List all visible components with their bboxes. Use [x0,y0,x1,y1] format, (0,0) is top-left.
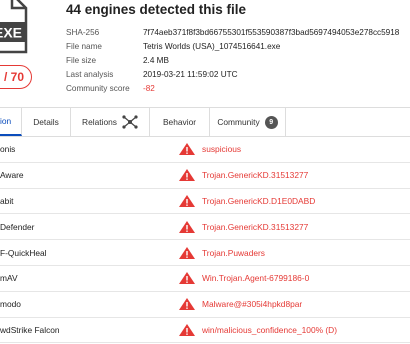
detection-headline: 44 engines detected this file [66,2,247,17]
file-metadata: SHA-256 7f74aeb371f8f3bd66755301f5535903… [66,25,410,96]
sha256-value[interactable]: 7f74aeb371f8f3bd66755301f553590387f3bad5… [143,28,399,37]
engine-name: Defender [0,221,35,232]
exe-file-icon: EXE [0,0,28,54]
detection-score-badge: / 70 [0,65,32,89]
tab-label: Community [217,117,260,127]
meta-row-community-score: Community score -82 [66,82,410,96]
engine-name: modo [0,299,21,310]
warning-icon [179,272,195,285]
engine-name: wdStrike Falcon [0,324,60,335]
tab-community[interactable]: Community 9 [210,108,286,136]
tab-relations[interactable]: Relations [71,108,150,136]
result-row: onis suspicious [0,137,410,163]
result-row: mAV Win.Trojan.Agent-6799186-0 [0,266,410,292]
file-name-value: Tetris Worlds (USA)_1074516641.exe [143,41,281,51]
relations-graph-icon [122,115,138,129]
result-row: Defender Trojan.GenericKD.31513277 [0,214,410,241]
result-row: Aware Trojan.GenericKD.31513277 [0,163,410,189]
meta-row-file-name: File name Tetris Worlds (USA)_1074516641… [66,39,410,53]
community-score-value: -82 [143,84,155,94]
meta-label: Last analysis [66,70,114,80]
detection-verdict: win/malicious_confidence_100% (D) [202,324,337,335]
tab-details[interactable]: Details [22,108,71,136]
detection-verdict: Trojan.GenericKD.31513277 [202,170,309,181]
result-row: abit Trojan.GenericKD.D1E0DABD [0,189,410,215]
meta-row-last-analysis: Last analysis 2019-03-21 11:59:02 UTC [66,68,410,82]
warning-icon [179,298,195,311]
warning-icon [179,220,195,233]
detection-verdict: Trojan.Puwaders [202,247,265,258]
meta-label: Community score [66,84,130,94]
warning-icon [179,323,195,336]
file-type-label: EXE [0,25,22,41]
report-tabs: ion Details Relations Behavior Community [0,107,410,137]
engine-name: F-QuickHeal [0,247,47,258]
detection-results-list: onis suspicious Aware Trojan.GenericKD.3… [0,137,410,344]
result-row: wdStrike Falcon win/malicious_confidence… [0,318,410,344]
meta-label: File size [66,55,97,65]
engine-name: mAV [0,273,18,284]
engine-name: abit [0,195,14,206]
tab-label: Behavior [162,117,197,127]
meta-row-file-size: File size 2.4 MB [66,53,410,67]
warning-icon [179,246,195,259]
engine-name: onis [0,144,16,155]
meta-label: File name [66,41,102,51]
last-analysis-value: 2019-03-21 11:59:02 UTC [143,70,238,80]
detection-verdict: suspicious [202,144,242,155]
warning-icon [179,194,195,207]
tab-label: Details [33,117,59,127]
result-row: F-QuickHeal Trojan.Puwaders [0,240,410,266]
result-row: modo Malware@#305i4hpkd8par [0,292,410,318]
detection-verdict: Win.Trojan.Agent-6799186-0 [202,273,310,284]
tab-label: Relations [82,117,117,127]
tab-behavior[interactable]: Behavior [150,108,210,136]
detection-verdict: Trojan.GenericKD.D1E0DABD [202,195,316,206]
community-count-badge: 9 [264,115,278,129]
file-size-value: 2.4 MB [143,55,169,65]
detection-verdict: Malware@#305i4hpkd8par [202,299,303,310]
meta-row-sha256: SHA-256 7f74aeb371f8f3bd66755301f5535903… [66,25,410,39]
tab-label: ion [0,116,12,126]
detection-verdict: Trojan.GenericKD.31513277 [202,221,309,232]
tab-detection[interactable]: ion [0,108,22,136]
warning-icon [179,169,195,182]
engine-name: Aware [0,170,24,181]
meta-label: SHA-256 [66,27,100,37]
warning-icon [179,143,195,156]
